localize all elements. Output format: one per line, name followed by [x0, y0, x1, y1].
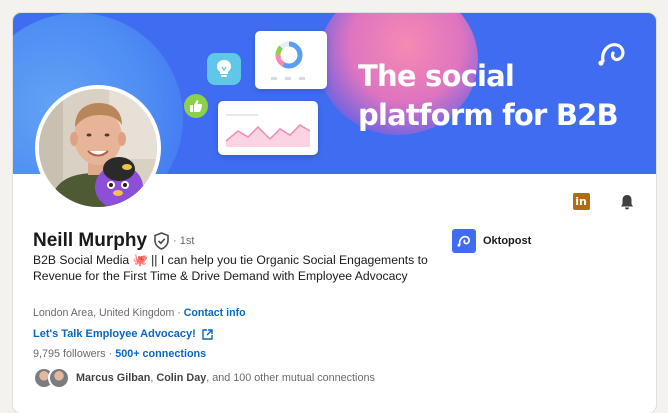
location: London Area, United Kingdom	[33, 307, 175, 319]
website-link[interactable]: Let's Talk Employee Advocacy!	[33, 326, 213, 342]
lightbulb-icon	[207, 53, 241, 85]
followers-count: 9,795 followers	[33, 348, 106, 360]
mutual-connections[interactable]: Marcus Gilban, Colin Day, and 100 other …	[33, 367, 375, 389]
contact-info-link[interactable]: Contact info	[184, 307, 246, 319]
stats-separator: ·	[105, 348, 116, 360]
oktopost-company-icon	[452, 229, 476, 253]
mutual-rest: , and 100 other mutual connections	[206, 372, 375, 384]
bell-icon[interactable]	[615, 190, 639, 214]
mutual-name-2: Colin Day	[156, 372, 207, 384]
current-company[interactable]: Oktopost	[452, 229, 531, 253]
area-chart-graphic	[218, 101, 318, 155]
profile-headline: B2B Social Media 🐙 || I can help you tie…	[33, 253, 428, 284]
mutual-connections-text: Marcus Gilban, Colin Day, and 100 other …	[76, 372, 375, 384]
mutual-name-1: Marcus Gilban	[76, 372, 151, 384]
profile-name: Neill Murphy	[33, 230, 148, 251]
website-label: Let's Talk Employee Advocacy!	[33, 328, 196, 340]
connection-degree: · 1st	[173, 235, 195, 247]
company-name: Oktopost	[483, 235, 532, 247]
thumbs-up-icon	[184, 94, 208, 118]
name-row: Neill Murphy · 1st	[33, 229, 194, 253]
connections-link[interactable]: 500+ connections	[115, 348, 206, 360]
linkedin-icon-mark: in	[572, 192, 590, 210]
location-row: London Area, United Kingdom · Contact in…	[33, 306, 246, 320]
shield-check-icon[interactable]	[153, 232, 170, 250]
oktopost-logo-icon	[598, 43, 625, 66]
meta-separator: ·	[174, 307, 184, 319]
avatar	[48, 367, 70, 389]
profile-photo[interactable]	[35, 85, 161, 211]
profile-card: The social platform for B2B in Neill Mur…	[13, 13, 656, 413]
donut-chart-graphic	[255, 31, 327, 89]
network-stats: 9,795 followers · 500+ connections	[33, 347, 206, 361]
external-link-icon	[202, 328, 213, 340]
linkedin-icon[interactable]: in	[569, 189, 593, 213]
